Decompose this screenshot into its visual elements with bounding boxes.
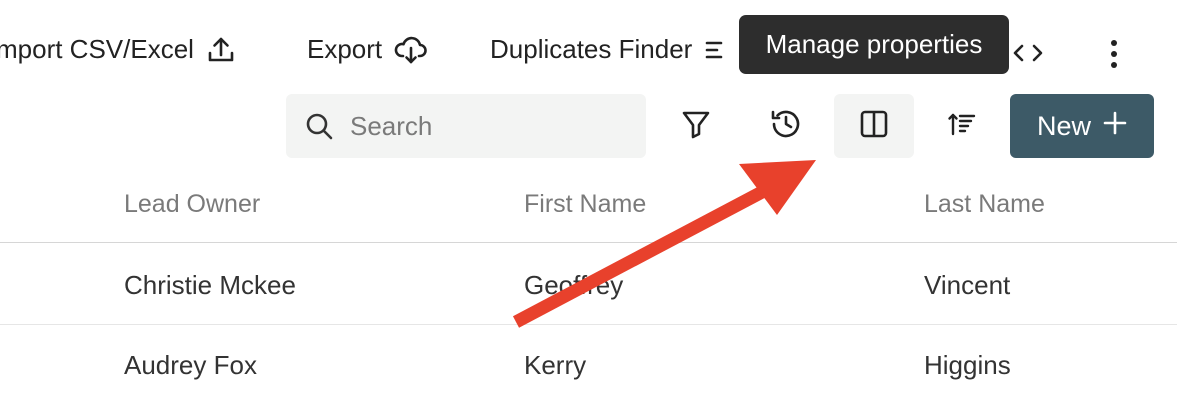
search-box[interactable]	[286, 94, 646, 158]
upload-icon	[206, 35, 236, 65]
manage-properties-tooltip: Manage properties	[739, 15, 1009, 74]
lead-owner-cell: Audrey Fox	[124, 350, 257, 380]
manage-properties-button[interactable]	[834, 94, 914, 158]
tooltip-text: Manage properties	[765, 29, 983, 59]
last-name-cell: Vincent	[924, 270, 1011, 300]
history-icon	[769, 107, 803, 146]
column-header-last-name[interactable]: Last Name	[924, 190, 1045, 219]
plus-icon	[1103, 111, 1127, 142]
import-label: mport CSV/Excel	[0, 34, 194, 64]
import-csv-excel-button[interactable]: mport CSV/Excel	[0, 34, 236, 65]
table-row[interactable]: Audrey Fox Kerry Higgins	[0, 325, 1177, 398]
last-name-cell: Higgins	[924, 350, 1011, 380]
search-icon	[304, 111, 334, 141]
duplicates-label: Duplicates Finder	[490, 34, 693, 64]
sort-icon	[947, 109, 977, 144]
search-input[interactable]	[348, 109, 642, 143]
new-label: New	[1036, 110, 1091, 141]
duplicates-finder-button[interactable]: Duplicates Finder	[490, 34, 734, 65]
code-brackets-icon[interactable]	[1012, 38, 1044, 73]
new-button[interactable]: New	[1010, 94, 1154, 158]
duplicates-icon	[704, 35, 734, 65]
lead-owner-cell: Christie Mckee	[124, 270, 296, 300]
table-row[interactable]: Christie Mckee Geoffrey Vincent	[0, 244, 1177, 324]
filter-icon	[681, 109, 711, 144]
cloud-download-icon	[394, 35, 428, 65]
first-name-cell: Kerry	[524, 350, 587, 380]
filter-button[interactable]	[664, 94, 728, 158]
export-button[interactable]: Export	[307, 34, 428, 65]
vertical-dots-icon[interactable]	[1100, 38, 1128, 75]
column-header-first-name[interactable]: First Name	[524, 190, 646, 219]
column-header-lead-owner[interactable]: Lead Owner	[124, 190, 260, 219]
header-divider	[0, 242, 1177, 243]
columns-icon	[859, 109, 889, 144]
export-label: Export	[307, 34, 383, 64]
first-name-cell: Geoffrey	[524, 270, 624, 300]
history-button[interactable]	[754, 94, 818, 158]
sort-button[interactable]	[930, 94, 994, 158]
